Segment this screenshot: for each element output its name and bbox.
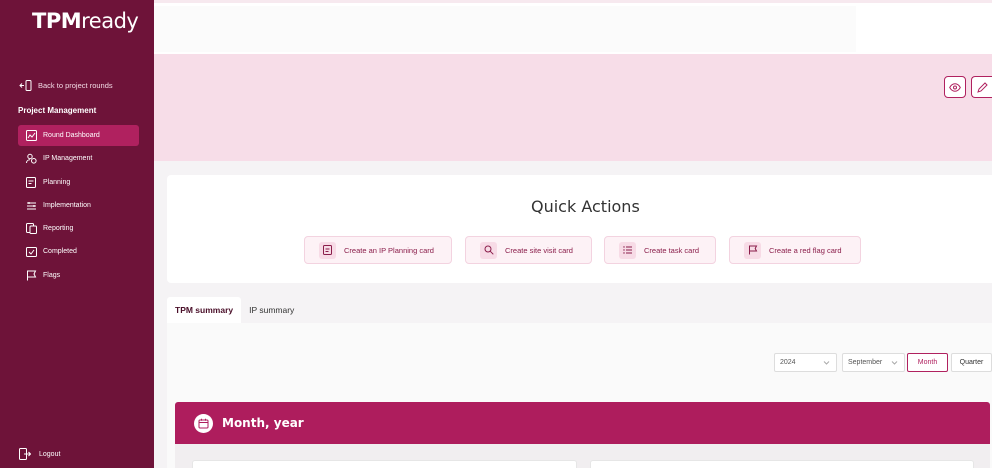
top-bar <box>154 0 992 54</box>
period-quarter-toggle[interactable]: Quarter <box>951 353 992 372</box>
sidebar-item-reporting[interactable]: Reporting <box>18 218 139 239</box>
logout-icon <box>19 448 31 460</box>
sidebar-item-planning[interactable]: Planning <box>18 172 139 193</box>
project-banner <box>154 54 992 161</box>
sidebar-item-round-dashboard[interactable]: Round Dashboard <box>18 125 139 146</box>
completed-icon <box>26 247 37 258</box>
sidebar-item-label: Reporting <box>43 225 74 233</box>
logout-button[interactable]: Logout <box>19 448 60 460</box>
sidebar-nav: Round Dashboard IP Management Planning I… <box>18 125 139 288</box>
eye-icon <box>949 82 961 92</box>
quick-actions-card: Quick Actions Create an IP Planning card… <box>167 175 992 283</box>
sidebar-item-implementation[interactable]: Implementation <box>18 195 139 216</box>
tab-tpm-summary[interactable]: TPM summary <box>167 297 242 323</box>
sidebar-item-label: Planning <box>43 178 71 186</box>
button-label: Create a red flag card <box>769 245 842 255</box>
users-icon <box>26 154 37 164</box>
chevron-down-icon <box>823 361 830 365</box>
month-section-title: Month, year <box>222 416 304 430</box>
planning-icon <box>26 176 36 188</box>
create-task-card-button[interactable]: Create task card <box>604 236 716 264</box>
quick-actions-title: Quick Actions <box>531 197 640 216</box>
month-section-header: Month, year <box>175 402 990 444</box>
button-label: Create site visit card <box>505 245 573 255</box>
sidebar-item-label: Round Dashboard <box>43 132 100 139</box>
calendar-icon <box>194 413 213 433</box>
task-list-icon <box>619 241 636 259</box>
create-site-visit-card-button[interactable]: Create site visit card <box>465 236 592 264</box>
month-select[interactable]: September <box>842 353 905 372</box>
period-month-toggle[interactable]: Month <box>907 353 948 372</box>
view-button[interactable] <box>944 76 966 98</box>
button-label: Create an IP Planning card <box>344 245 434 255</box>
logout-label: Logout <box>39 450 61 458</box>
summary-tabs: TPM summary IP summary <box>167 297 302 323</box>
edit-button[interactable] <box>971 76 992 98</box>
button-label: Create task card <box>644 245 700 255</box>
summary-card <box>192 460 577 468</box>
back-to-project-rounds-link[interactable]: Back to project rounds <box>19 80 113 91</box>
create-ip-planning-card-button[interactable]: Create an IP Planning card <box>304 236 452 264</box>
red-flag-icon <box>744 241 761 259</box>
year-select[interactable]: 2024 <box>774 353 837 372</box>
tab-ip-summary[interactable]: IP summary <box>241 297 302 323</box>
sidebar-item-label: Completed <box>43 248 77 256</box>
top-bar-content <box>154 6 856 52</box>
app-logo[interactable]: TPMready <box>32 9 139 33</box>
sidebar-item-label: Implementation <box>43 201 91 209</box>
planning-card-icon <box>319 241 336 259</box>
site-visit-icon <box>480 241 497 259</box>
year-value: 2024 <box>780 359 796 366</box>
sidebar-item-label: IP Management <box>43 155 93 163</box>
dashboard-icon <box>26 130 37 141</box>
chevron-down-icon <box>891 361 898 365</box>
section-title: Project Management <box>18 106 97 115</box>
sidebar: TPMready Back to project rounds Project … <box>0 0 154 468</box>
reporting-icon <box>26 223 37 235</box>
back-link-label: Back to project rounds <box>38 81 113 90</box>
implementation-icon <box>27 201 36 210</box>
sidebar-item-ip-management[interactable]: IP Management <box>18 148 139 169</box>
sidebar-item-completed[interactable]: Completed <box>18 241 139 262</box>
summary-card <box>590 460 974 468</box>
create-red-flag-card-button[interactable]: Create a red flag card <box>729 236 861 264</box>
edit-icon <box>976 81 988 93</box>
sidebar-item-label: Flags <box>43 271 61 279</box>
flag-icon <box>27 270 37 281</box>
back-arrow-icon <box>19 80 32 91</box>
sidebar-item-flags[interactable]: Flags <box>18 265 139 286</box>
month-value: September <box>848 359 883 366</box>
